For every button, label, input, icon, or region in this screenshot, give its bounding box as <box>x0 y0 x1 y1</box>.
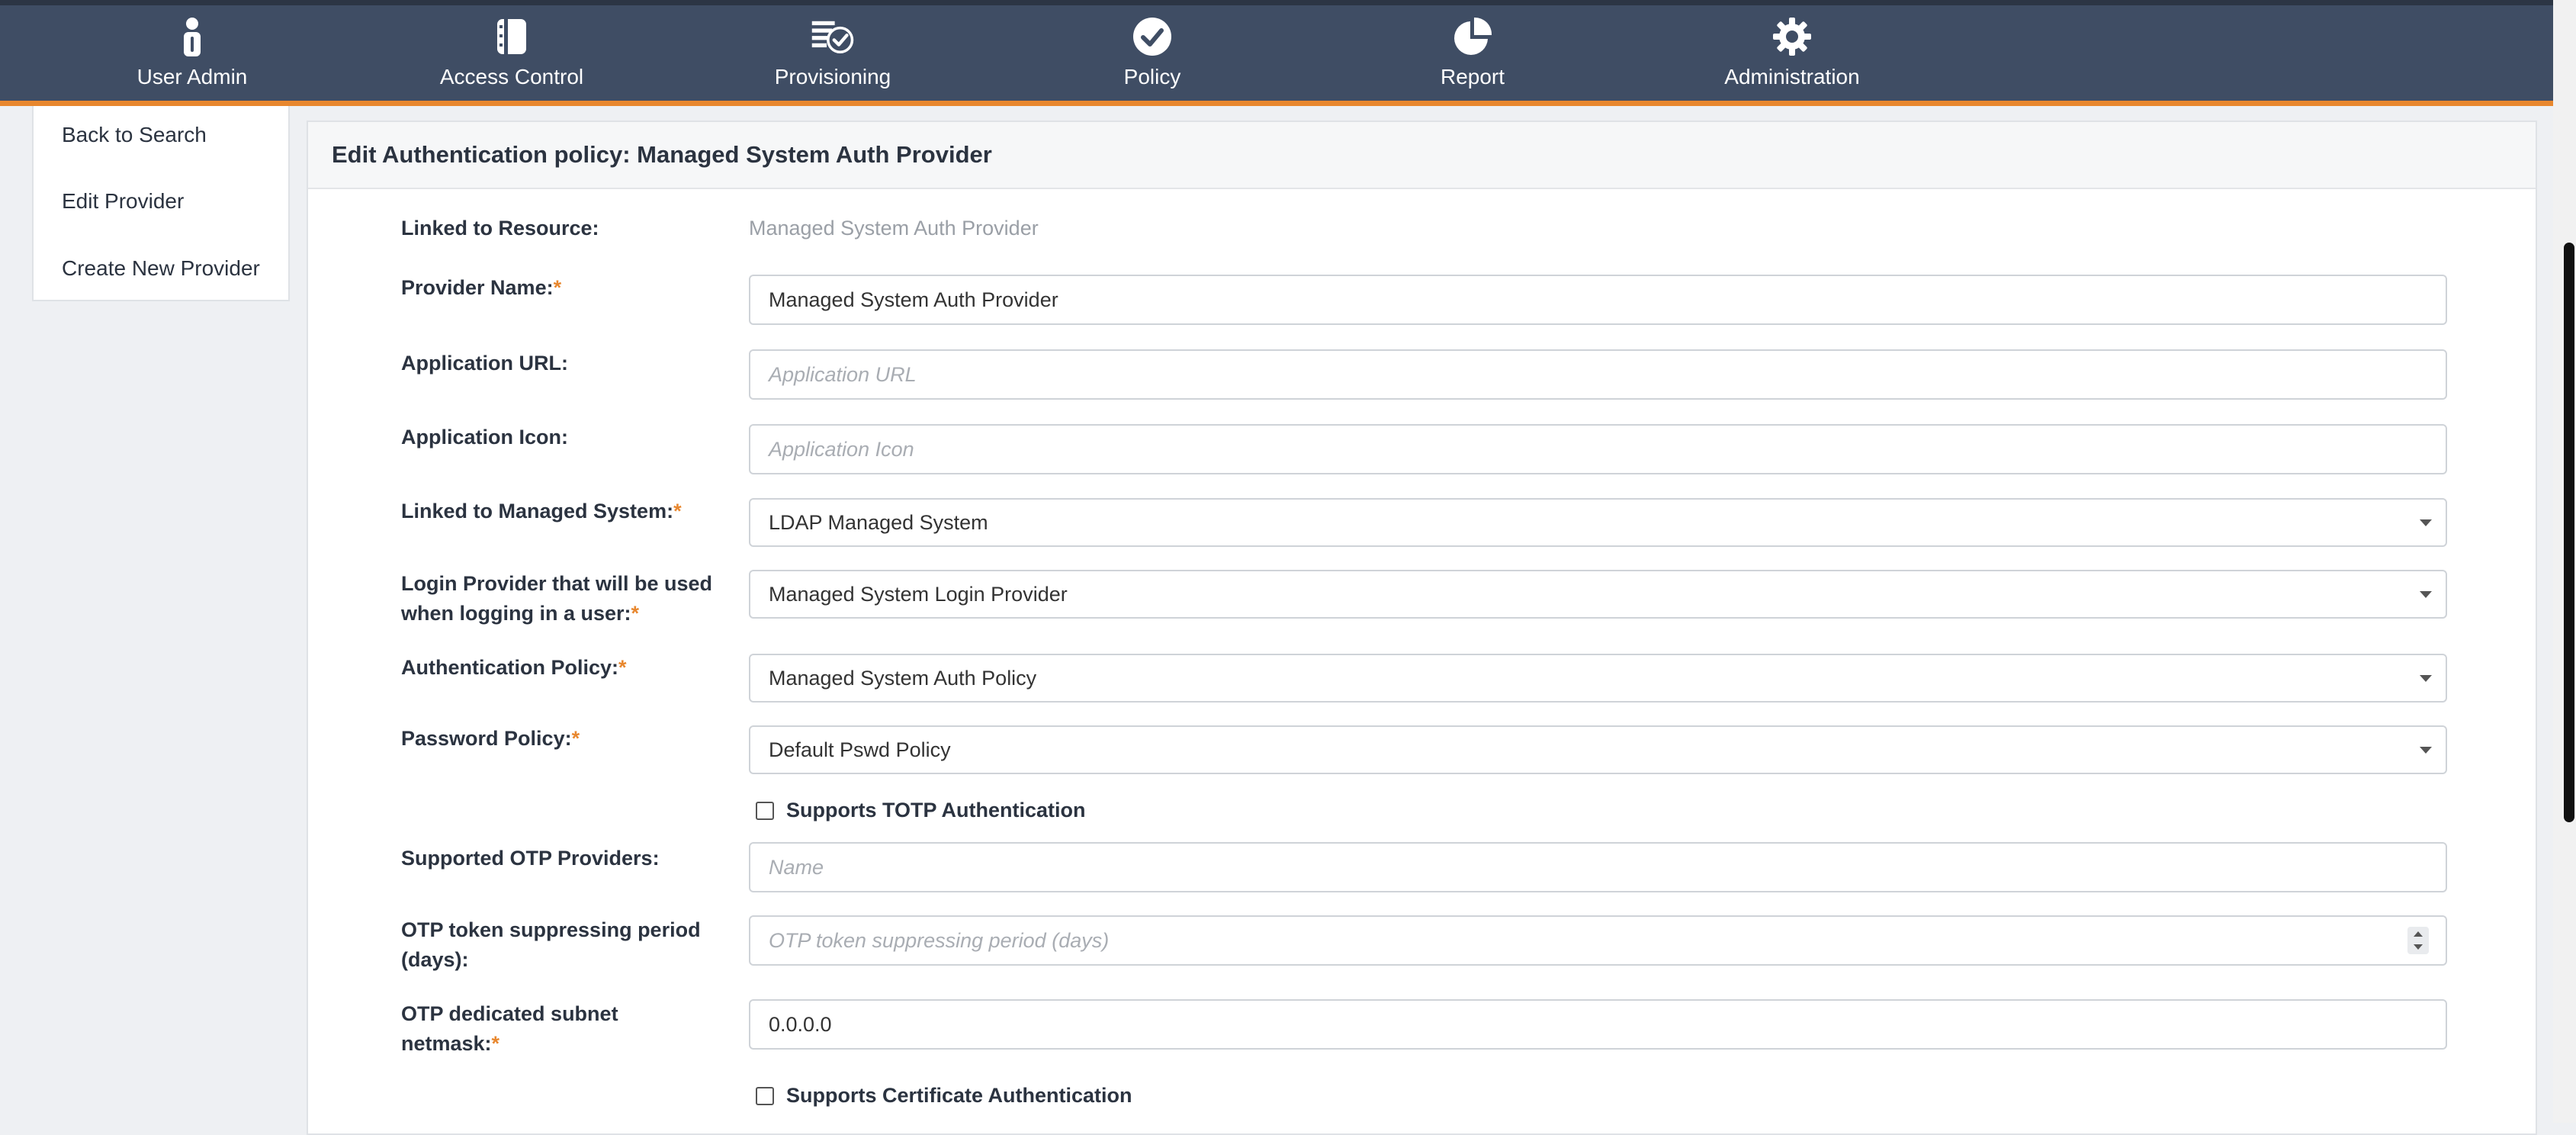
totp-checkbox-row[interactable]: Supports TOTP Authentication <box>756 799 1086 822</box>
sidebar-item-edit-provider[interactable]: Edit Provider <box>34 173 288 240</box>
otp-subnet-input[interactable]: 0.0.0.0 <box>749 999 2447 1050</box>
nav-label: Provisioning <box>774 65 891 88</box>
gear-icon <box>1770 14 1814 59</box>
nav-label: Policy <box>1123 65 1181 88</box>
provider-name-label: Provider Name:* <box>401 276 562 299</box>
nav-administration[interactable]: Administration <box>1678 14 1906 98</box>
linked-resource-value: Managed System Auth Provider <box>749 217 1039 240</box>
stepper-up-icon[interactable] <box>2414 931 2423 937</box>
provisioning-icon <box>811 14 855 59</box>
otp-period-label: OTP token suppressing period (days): <box>401 918 701 971</box>
edit-provider-panel: Edit Authentication policy: Managed Syst… <box>307 121 2537 1135</box>
stepper-down-icon[interactable] <box>2414 944 2423 950</box>
nav-report[interactable]: Report <box>1358 14 1587 98</box>
cert-auth-checkbox-row[interactable]: Supports Certificate Authentication <box>756 1084 1132 1108</box>
required-marker: * <box>631 602 640 625</box>
number-stepper[interactable] <box>2407 927 2429 954</box>
nav-provisioning[interactable]: Provisioning <box>718 14 947 98</box>
otp-period-input[interactable]: OTP token suppressing period (days) <box>749 915 2447 966</box>
managed-system-select[interactable]: LDAP Managed System <box>749 498 2447 547</box>
password-policy-label: Password Policy:* <box>401 727 580 750</box>
login-provider-select[interactable]: Managed System Login Provider <box>749 570 2447 619</box>
nav-access-control[interactable]: Access Control <box>397 14 626 98</box>
nav-accent-divider <box>0 101 2553 106</box>
chevron-down-icon <box>2420 675 2432 682</box>
login-provider-label: Login Provider that will be used when lo… <box>401 572 713 625</box>
managed-system-label: Linked to Managed System:* <box>401 500 682 522</box>
application-url-label: Application URL: <box>401 352 568 375</box>
check-circle-icon <box>1130 14 1174 59</box>
nav-policy[interactable]: Policy <box>1038 14 1267 98</box>
application-icon-input[interactable]: Application Icon <box>749 424 2447 474</box>
otp-providers-input[interactable]: Name <box>749 842 2447 892</box>
cert-auth-checkbox-label: Supports Certificate Authentication <box>786 1084 1132 1107</box>
chevron-down-icon <box>2420 519 2432 526</box>
page-title: Edit Authentication policy: Managed Syst… <box>308 122 2536 189</box>
provider-name-input[interactable]: Managed System Auth Provider <box>749 275 2447 325</box>
auth-policy-select[interactable]: Managed System Auth Policy <box>749 654 2447 703</box>
required-marker: * <box>618 656 627 679</box>
book-icon <box>490 14 534 59</box>
auth-policy-label: Authentication Policy:* <box>401 656 627 679</box>
totp-checkbox[interactable] <box>756 801 774 820</box>
otp-subnet-label: OTP dedicated subnet netmask:* <box>401 1002 618 1055</box>
nav-label: Administration <box>1724 65 1860 88</box>
required-marker: * <box>673 500 682 522</box>
required-marker: * <box>571 727 580 750</box>
password-policy-select[interactable]: Default Pswd Policy <box>749 725 2447 774</box>
linked-resource-label: Linked to Resource: <box>401 217 599 240</box>
otp-providers-label: Supported OTP Providers: <box>401 847 660 870</box>
top-navigation-bar: User Admin Access Control Provisioning P… <box>0 0 2553 101</box>
totp-checkbox-label: Supports TOTP Authentication <box>786 799 1086 822</box>
required-marker: * <box>491 1032 500 1055</box>
chevron-down-icon <box>2420 591 2432 598</box>
scrollbar-thumb[interactable] <box>2564 243 2574 822</box>
cert-auth-checkbox[interactable] <box>756 1086 774 1105</box>
nav-label: Report <box>1440 65 1505 88</box>
nav-label: User Admin <box>137 65 248 88</box>
application-url-input[interactable]: Application URL <box>749 349 2447 400</box>
chevron-down-icon <box>2420 747 2432 754</box>
nav-label: Access Control <box>439 65 584 88</box>
sidebar-item-create-new-provider[interactable]: Create New Provider <box>34 240 288 307</box>
nav-user-admin[interactable]: User Admin <box>78 14 307 98</box>
application-icon-label: Application Icon: <box>401 426 568 449</box>
sidebar: Back to Search Edit Provider Create New … <box>32 106 290 301</box>
required-marker: * <box>553 276 562 299</box>
sidebar-item-back-to-search[interactable]: Back to Search <box>34 106 288 173</box>
user-icon <box>170 14 214 59</box>
pie-chart-icon <box>1450 14 1495 59</box>
